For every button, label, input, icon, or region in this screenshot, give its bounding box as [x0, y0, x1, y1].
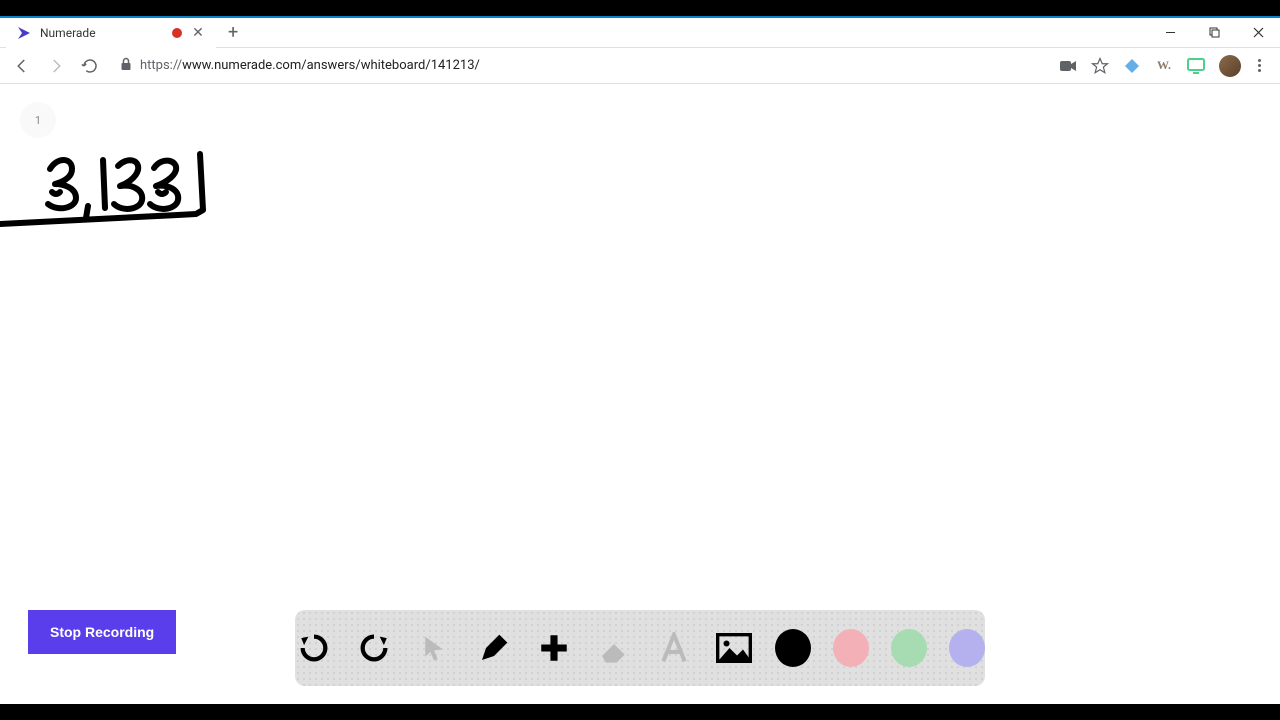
recording-indicator-icon — [172, 28, 182, 38]
url-host-path: www.numerade.com/answers/whiteboard/1412… — [182, 58, 480, 73]
addressbar-row: https://www.numerade.com/answers/whitebo… — [0, 48, 1280, 84]
reload-button[interactable] — [76, 52, 104, 80]
star-icon[interactable] — [1091, 57, 1109, 75]
minimize-button[interactable] — [1148, 18, 1192, 48]
color-pink[interactable] — [833, 629, 869, 667]
back-button[interactable] — [8, 52, 36, 80]
numerade-favicon-icon — [16, 25, 32, 41]
tab-close-button[interactable]: ✕ — [190, 25, 206, 41]
color-purple[interactable] — [949, 629, 985, 667]
browser-window: Numerade ✕ + — [0, 16, 1280, 704]
profile-avatar[interactable] — [1219, 55, 1241, 77]
stop-recording-button[interactable]: Stop Recording — [28, 610, 176, 654]
letterbox-bottom — [0, 704, 1280, 720]
url-prefix: https:// — [140, 58, 182, 73]
whiteboard-drawing — [0, 84, 260, 304]
tab-title: Numerade — [40, 26, 164, 40]
camera-icon[interactable] — [1059, 57, 1077, 75]
pointer-tool[interactable] — [415, 628, 453, 668]
lock-icon — [120, 56, 132, 75]
browser-tab[interactable]: Numerade ✕ — [6, 18, 216, 48]
address-bar[interactable]: https://www.numerade.com/answers/whitebo… — [110, 52, 1045, 80]
extension-icons: W. — [1051, 55, 1272, 77]
titlebar: Numerade ✕ + — [0, 18, 1280, 48]
add-tool[interactable] — [535, 628, 573, 668]
window-controls — [1148, 18, 1280, 48]
text-tool[interactable] — [655, 628, 693, 668]
whiteboard-toolbar — [295, 610, 985, 686]
page-content: 1 Stop Recording — [0, 84, 1280, 704]
url-text: https://www.numerade.com/answers/whitebo… — [140, 58, 480, 73]
pen-tool[interactable] — [475, 628, 513, 668]
maximize-button[interactable] — [1192, 18, 1236, 48]
undo-button[interactable] — [295, 628, 333, 668]
eraser-tool[interactable] — [595, 628, 633, 668]
image-tool[interactable] — [715, 628, 753, 668]
extension-monitor-icon[interactable] — [1187, 57, 1205, 75]
close-window-button[interactable] — [1236, 18, 1280, 48]
letterbox-top — [0, 0, 1280, 16]
chrome-menu-button[interactable] — [1255, 59, 1264, 72]
extension-diamond-icon[interactable] — [1123, 57, 1141, 75]
forward-button[interactable] — [42, 52, 70, 80]
extension-w-icon[interactable]: W. — [1155, 57, 1173, 75]
color-green[interactable] — [891, 629, 927, 667]
new-tab-button[interactable]: + — [216, 22, 250, 43]
color-black[interactable] — [775, 629, 811, 667]
redo-button[interactable] — [355, 628, 393, 668]
